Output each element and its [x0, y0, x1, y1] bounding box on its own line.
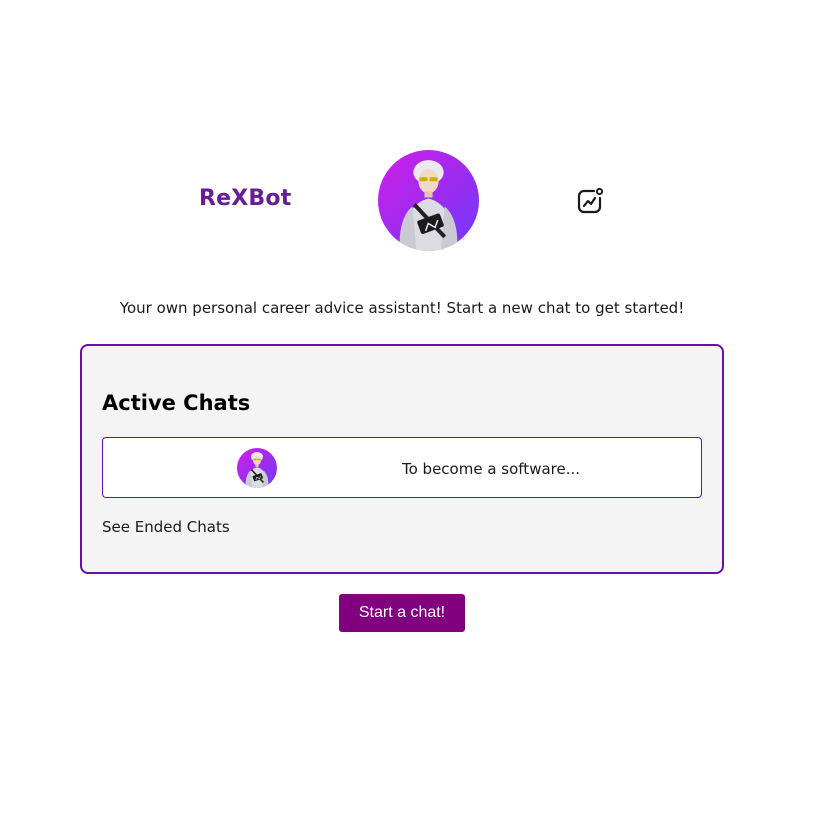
bot-avatar-icon	[378, 150, 479, 251]
chat-list-item[interactable]: To become a software...	[102, 437, 702, 498]
active-chats-card: Active Chats To become a software... See…	[80, 344, 724, 574]
start-chat-button[interactable]: Start a chat!	[339, 594, 465, 632]
app-title: ReXBot	[199, 186, 292, 211]
page: ReXBot Your own personal career advice a…	[0, 0, 814, 830]
tagline: Your own personal career advice assistan…	[119, 299, 685, 317]
active-chats-heading: Active Chats	[102, 391, 251, 415]
chart-insights-icon[interactable]	[575, 186, 605, 216]
see-ended-chats-link[interactable]: See Ended Chats	[102, 518, 230, 536]
bot-avatar-figure	[399, 160, 458, 251]
chat-preview-text: To become a software...	[402, 460, 581, 478]
bot-avatar-icon	[237, 448, 277, 488]
